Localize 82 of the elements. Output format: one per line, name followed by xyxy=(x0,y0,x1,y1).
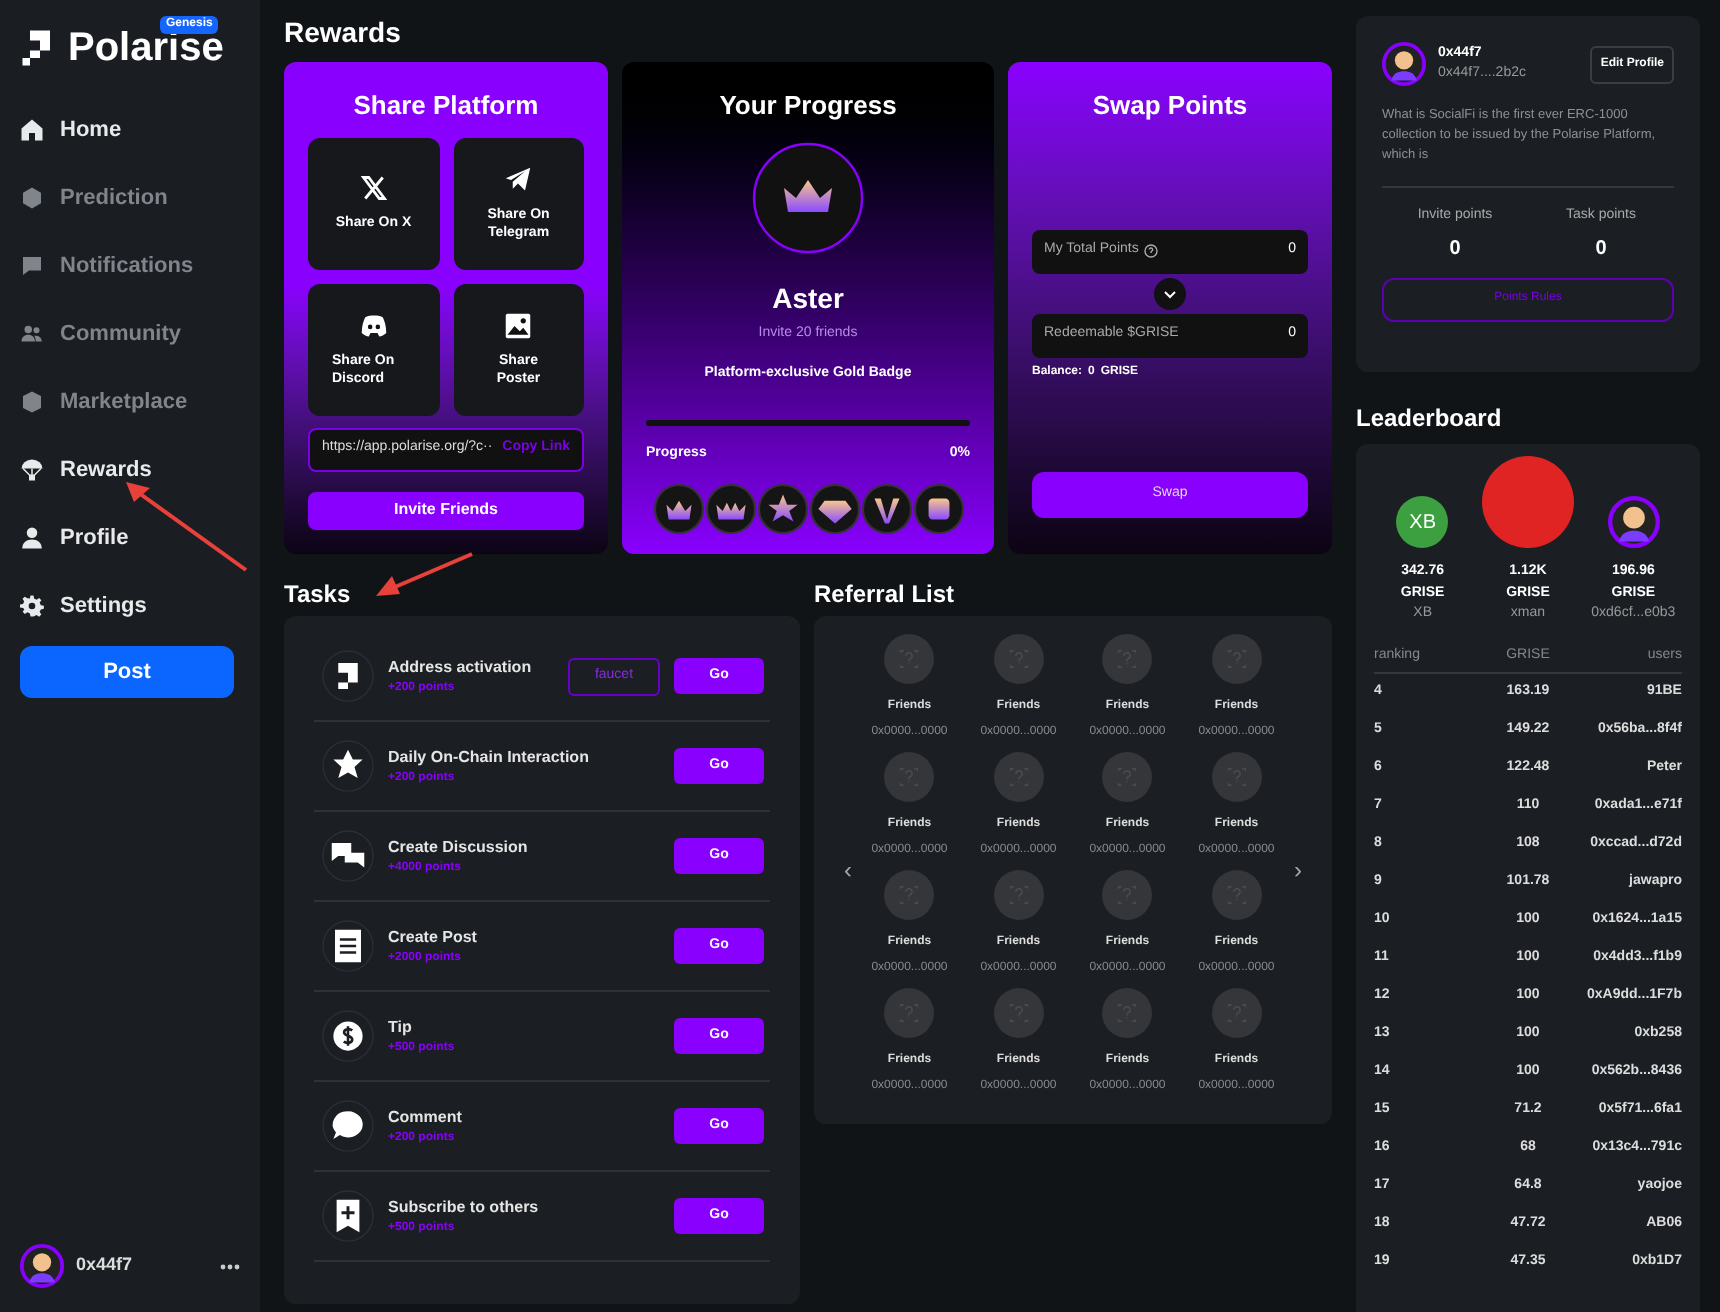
avatar-placeholder-icon xyxy=(993,634,1044,684)
task-title: Create Discussion xyxy=(388,835,530,859)
task-icon xyxy=(322,650,374,702)
badge-icon xyxy=(705,484,755,534)
paper-plane-icon xyxy=(504,165,533,193)
discord-icon xyxy=(359,311,388,339)
task-title: Subscribe to others xyxy=(388,1195,541,1219)
avatar-placeholder-icon xyxy=(993,752,1044,802)
nav-item[interactable]: Notifications xyxy=(20,232,240,300)
people-icon xyxy=(20,322,44,346)
badge-icon xyxy=(913,484,963,534)
badge-icon xyxy=(757,484,807,534)
home-icon xyxy=(20,118,44,142)
task-title: Create Post xyxy=(388,925,479,949)
nav-item[interactable]: Rewards xyxy=(20,436,240,504)
avatar-placeholder-icon xyxy=(1102,870,1153,920)
task-icon xyxy=(322,1190,374,1242)
image-icon xyxy=(504,311,533,339)
avatar-placeholder-icon xyxy=(1102,752,1153,802)
task-icon xyxy=(322,1010,374,1062)
cube-icon xyxy=(20,186,44,210)
avatar-placeholder-icon xyxy=(884,752,935,802)
gear-icon xyxy=(20,594,44,618)
card-title: Your Progress xyxy=(719,88,897,124)
avatar-icon xyxy=(20,1244,64,1288)
avatar-initials: XB xyxy=(1396,496,1449,548)
avatar-icon xyxy=(1382,42,1426,86)
avatar-placeholder-icon xyxy=(1211,870,1262,920)
task-title: Daily On-Chain Interaction xyxy=(388,745,591,769)
task-icon xyxy=(322,920,374,972)
box-icon xyxy=(20,390,44,414)
task-icon xyxy=(322,830,374,882)
card-title: Share Platform xyxy=(353,88,539,124)
badge-icon xyxy=(809,484,859,534)
help-icon xyxy=(1144,244,1159,258)
parachute-icon xyxy=(20,458,44,482)
annotation-arrow xyxy=(372,550,476,602)
nav-item[interactable]: Profile xyxy=(20,504,240,572)
next-button[interactable]: › xyxy=(1288,852,1308,888)
logo-placeholder xyxy=(1481,456,1574,548)
avatar-placeholder-icon xyxy=(1102,988,1153,1038)
crown-icon xyxy=(752,141,864,253)
avatar-placeholder-icon xyxy=(1102,634,1153,684)
badge-icon xyxy=(861,484,911,534)
avatar-placeholder-icon xyxy=(884,988,935,1038)
avatar-icon xyxy=(1607,496,1660,548)
stat-value: 0 xyxy=(1449,235,1461,263)
nav-item[interactable]: Home xyxy=(20,96,240,164)
avatar-placeholder-icon xyxy=(993,988,1044,1038)
user-name: 0x44f7 xyxy=(76,1252,135,1279)
previous-button[interactable]: ‹ xyxy=(838,852,858,888)
section-title: Rewards xyxy=(284,14,403,52)
invite-button[interactable]: Invite Friends xyxy=(308,491,584,529)
stat-value: 0 xyxy=(1595,235,1607,263)
more-icon xyxy=(220,1263,240,1269)
card-title: Swap Points xyxy=(1090,88,1250,124)
person-icon xyxy=(20,526,44,550)
task-title: Address activation xyxy=(388,655,534,679)
chevron-down-icon xyxy=(1154,277,1186,309)
chat-icon xyxy=(20,254,44,278)
section-title: Leaderboard xyxy=(1356,402,1504,434)
avatar-placeholder-icon xyxy=(993,870,1044,920)
task-icon xyxy=(322,740,374,792)
level-name: Aster xyxy=(772,279,844,317)
nav-item[interactable]: Prediction xyxy=(20,164,240,232)
avatar-placeholder-icon xyxy=(1211,752,1262,802)
badge-icon xyxy=(653,484,703,534)
x-icon xyxy=(359,174,388,202)
task-title: Tip xyxy=(388,1015,414,1039)
section-title: Tasks xyxy=(284,578,353,610)
task-icon xyxy=(322,1100,374,1152)
logo-text: Polarise xyxy=(68,28,224,68)
nav-item[interactable]: Community xyxy=(20,300,240,368)
avatar-placeholder-icon xyxy=(884,870,935,920)
avatar-placeholder-icon xyxy=(1211,988,1262,1038)
post-button[interactable]: Post xyxy=(20,646,234,698)
nav-item[interactable]: Marketplace xyxy=(20,368,240,436)
avatar-placeholder-icon xyxy=(1211,634,1262,684)
nav-item[interactable]: Settings xyxy=(20,572,240,640)
section-title: Referral List xyxy=(814,578,957,610)
task-title: Comment xyxy=(388,1105,464,1129)
avatar-placeholder-icon xyxy=(884,634,935,684)
